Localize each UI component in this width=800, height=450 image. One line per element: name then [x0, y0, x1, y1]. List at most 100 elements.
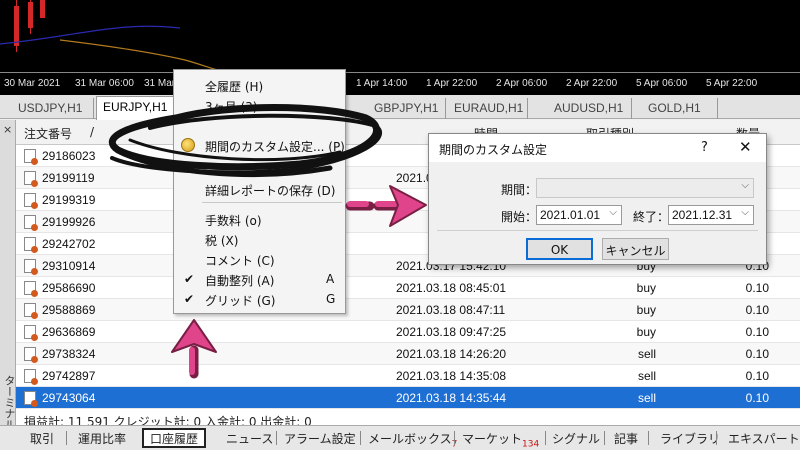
tab-audusd[interactable]: AUDUSD,H1: [548, 98, 632, 119]
order-number: 29199319: [42, 193, 96, 207]
chevron-down-icon: ⌵: [741, 180, 749, 191]
order-type: buy: [636, 281, 656, 295]
menu-item-label: 税 (X): [205, 234, 239, 248]
close-icon[interactable]: ✕: [739, 138, 752, 156]
tab-signals[interactable]: シグナル: [552, 430, 600, 447]
menu-item-tax[interactable]: 税 (X): [174, 229, 345, 249]
start-date-picker[interactable]: 2021.01.01 ⌵: [536, 205, 622, 225]
menu-separator: [202, 202, 342, 203]
menu-item-label: 3ヶ月 (3): [205, 100, 258, 114]
order-time: 2021.03.18 08:47:11: [396, 303, 506, 317]
order-number: 29586690: [42, 281, 96, 295]
order-volume: 0.10: [745, 391, 769, 405]
tab-alerts[interactable]: アラーム設定: [284, 430, 356, 447]
order-number: 29742897: [42, 369, 96, 383]
checkmark-icon: ✔: [184, 292, 195, 306]
table-row[interactable]: 29738324 2021.03.18 14:26:20 sell 0.10: [16, 343, 800, 365]
time-tick: 30 Mar 2021: [4, 78, 61, 89]
period-select[interactable]: ⌵: [536, 178, 754, 198]
tab-divider: [66, 431, 67, 445]
menu-item-last-month[interactable]: [174, 115, 345, 135]
order-type: buy: [636, 325, 656, 339]
ok-button[interactable]: OK: [526, 238, 593, 260]
tab-divider: [454, 431, 455, 445]
menu-item-auto-arrange[interactable]: ✔ 自動整列 (A) A: [174, 269, 345, 289]
tab-label: ニュース: [226, 432, 274, 446]
menu-item-comment[interactable]: コメント (C): [174, 249, 345, 269]
tab-market[interactable]: マーケット134: [462, 430, 539, 449]
tab-gbpjpy[interactable]: GBPJPY,H1: [368, 98, 446, 119]
tab-euraud[interactable]: EURAUD,H1: [448, 98, 528, 119]
tab-account-history[interactable]: 口座履歴: [142, 428, 207, 448]
market-badge: 134: [522, 439, 540, 450]
tab-usdjpy[interactable]: USDJPY,H1: [12, 98, 94, 119]
order-type: sell: [637, 347, 656, 361]
help-icon[interactable]: ?: [701, 140, 708, 155]
order-number: 29588869: [42, 303, 96, 317]
order-icon: [24, 325, 38, 341]
custom-period-icon: [181, 138, 195, 152]
table-row-selected[interactable]: 29743064 2021.03.18 14:35:44 sell 0.10: [16, 387, 800, 409]
chart-canvas: [0, 0, 226, 72]
history-context-menu: 全履歴 (H) 3ヶ月 (3) 期間のカスタム設定... (P) 詳細レポートの…: [173, 69, 346, 314]
tab-label: アラーム設定: [284, 432, 356, 446]
menu-shortcut: A: [326, 272, 335, 286]
order-number: 29242702: [42, 237, 96, 251]
tab-news[interactable]: ニュース: [226, 430, 273, 447]
menu-item-save-detailed-report[interactable]: 詳細レポートの保存 (D): [174, 179, 345, 199]
tab-label: 運用比率: [78, 432, 127, 446]
menu-item-commission[interactable]: 手数料 (o): [174, 209, 345, 229]
close-icon[interactable]: ×: [3, 123, 12, 136]
order-icon: [24, 237, 38, 253]
table-row[interactable]: 29636869 2021.03.18 09:47:25 buy 0.10: [16, 321, 800, 343]
table-row[interactable]: 29588869 2021.03.18 08:47:11 buy 0.10: [16, 299, 800, 321]
order-time: 2021.03.18 09:47:25: [396, 325, 507, 339]
order-volume: 0.10: [745, 281, 769, 295]
order-number: 29738324: [42, 347, 96, 361]
tab-gold[interactable]: GOLD,H1: [642, 98, 718, 119]
end-date-picker[interactable]: 2021.12.31 ⌵: [668, 205, 754, 225]
tab-exposure[interactable]: 運用比率: [78, 430, 126, 447]
table-row[interactable]: 29586690 2021.03.18 08:45:01 buy 0.10: [16, 277, 800, 299]
order-icon: [24, 391, 38, 407]
tab-divider: [276, 431, 277, 445]
moving-average-line: [0, 25, 181, 45]
tab-divider: [545, 431, 546, 445]
menu-item-grid[interactable]: ✔ グリッド (G) G: [174, 289, 345, 309]
order-volume: 0.10: [745, 325, 769, 339]
order-number: 29199119: [42, 171, 95, 185]
candle: [40, 0, 45, 18]
tab-label: シグナル: [552, 432, 601, 446]
order-icon: [24, 149, 38, 165]
menu-item-save-report[interactable]: [174, 159, 345, 179]
menu-item-custom-period[interactable]: 期間のカスタム設定... (P): [174, 135, 345, 155]
menu-item-label: 自動整列 (A): [205, 274, 275, 288]
order-number: 29310914: [42, 259, 96, 273]
menu-item-label: 全履歴 (H): [205, 80, 264, 94]
tab-experts[interactable]: エキスパート: [728, 430, 800, 447]
time-tick: 31 Mar 06:00: [75, 78, 134, 89]
checkmark-icon: ✔: [184, 272, 195, 286]
order-icon: [24, 281, 38, 297]
chevron-down-icon: ⌵: [741, 207, 749, 218]
tab-articles[interactable]: 記事: [614, 430, 638, 447]
price-chart[interactable]: 30 Mar 2021 31 Mar 06:00 31 Mar 22:00 1 …: [0, 0, 800, 95]
tab-trade[interactable]: 取引: [30, 430, 54, 447]
tab-mailbox[interactable]: メールボックス7: [368, 430, 457, 449]
col-order[interactable]: 注文番号: [24, 125, 72, 142]
menu-item-all-history[interactable]: 全履歴 (H): [174, 75, 345, 95]
order-icon: [24, 171, 38, 187]
table-row[interactable]: 29742897 2021.03.18 14:35:08 sell 0.10: [16, 365, 800, 387]
cancel-button[interactable]: キャンセル: [602, 238, 669, 260]
symbol-tab-bar: USDJPY,H1 EURJPY,H1 GBPJPY,H1 EURAUD,H1 …: [0, 95, 800, 120]
order-type: sell: [637, 391, 656, 405]
tab-eurjpy[interactable]: EURJPY,H1: [96, 96, 176, 120]
tab-library[interactable]: ライブラリ: [660, 430, 720, 447]
dialog-divider: [437, 230, 758, 231]
order-number: 29186023: [42, 149, 96, 163]
time-tick: 5 Apr 06:00: [636, 78, 688, 89]
order-time: 2021.03.18 14:26:20: [396, 347, 507, 361]
menu-item-3-months[interactable]: 3ヶ月 (3): [174, 95, 345, 115]
time-axis: 30 Mar 2021 31 Mar 06:00 31 Mar 22:00 1 …: [0, 72, 800, 95]
start-label: 開始：: [501, 210, 538, 224]
